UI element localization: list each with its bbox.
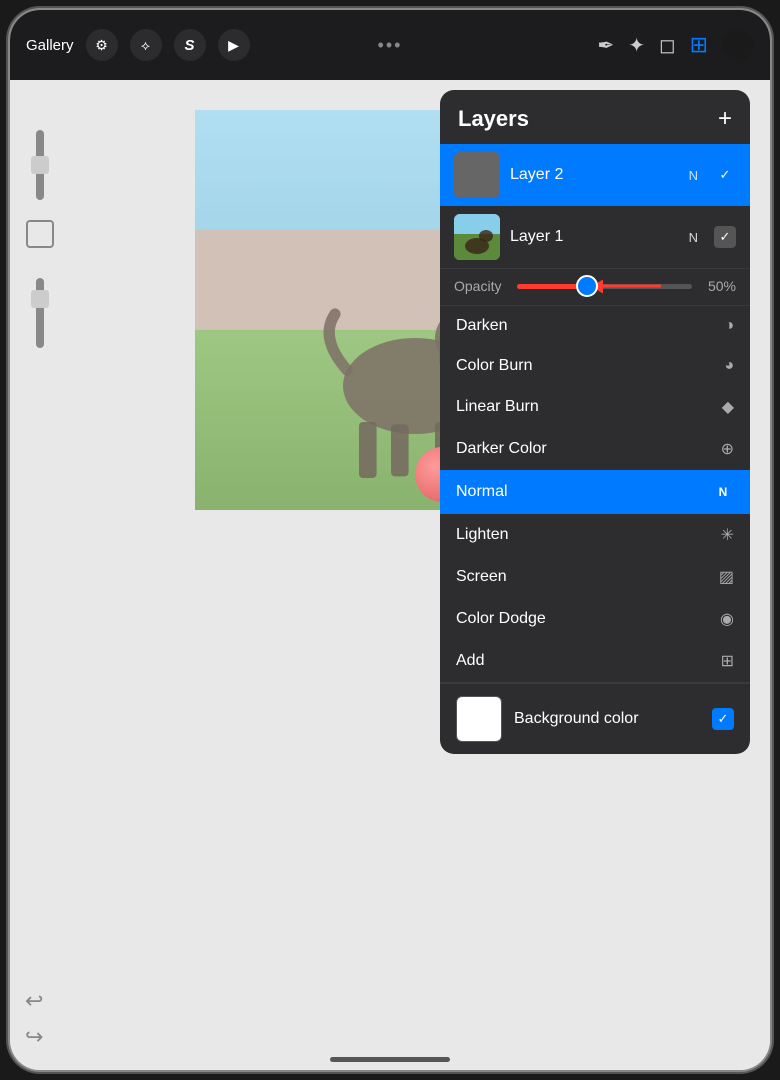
undo-icon[interactable]: ↩	[25, 988, 43, 1014]
layers-panel: Layers + Layer 2 N ✓	[440, 90, 750, 754]
blend-mode-darker-color[interactable]: Darker Color ⊕	[440, 428, 750, 470]
layer-1-checkbox[interactable]: ✓	[714, 226, 736, 248]
stylize-icon[interactable]: S	[174, 29, 206, 61]
top-bar: Gallery ⚙ ⟡ S ▶ ••• ✒ ✦ ◻ ⊞	[10, 10, 770, 80]
blend-mode-color-dodge[interactable]: Color Dodge ◉	[440, 598, 750, 640]
redo-icon[interactable]: ↪	[25, 1024, 43, 1050]
blend-name-normal: Normal	[456, 483, 508, 501]
layer-2-name: Layer 2	[510, 166, 679, 184]
device-frame: Gallery ⚙ ⟡ S ▶ ••• ✒ ✦ ◻ ⊞	[10, 10, 770, 1070]
canvas-area: ↩ ↪	[10, 80, 770, 1070]
blend-icon-darken: ◑	[724, 317, 734, 335]
pen-tool-icon[interactable]: ✒	[597, 33, 614, 58]
brush-size-slider[interactable]	[36, 130, 44, 200]
arrow-annotation	[601, 285, 661, 288]
transform-icon[interactable]	[26, 220, 54, 248]
add-layer-button[interactable]: +	[718, 107, 732, 131]
layer-2-badge: N	[689, 168, 698, 183]
brush-size-thumb	[31, 156, 49, 174]
opacity-slider-thumb	[31, 290, 49, 308]
top-bar-right: ✒ ✦ ◻ ⊞	[597, 29, 754, 61]
wrench-icon[interactable]: ⚙	[86, 29, 118, 61]
layer-item-1[interactable]: Layer 1 N ✓	[440, 206, 750, 268]
bottom-icons: ↩ ↪	[25, 988, 43, 1050]
layer-1-badge: N	[689, 230, 698, 245]
blend-mode-darken[interactable]: Darken ◑	[440, 306, 750, 346]
blend-name-darken: Darken	[456, 317, 508, 335]
blend-name-lighten: Lighten	[456, 526, 509, 544]
background-color-row[interactable]: Background color ✓	[440, 683, 750, 754]
opacity-slider[interactable]	[36, 278, 44, 348]
top-bar-left: Gallery ⚙ ⟡ S ▶	[26, 29, 250, 61]
left-sidebar: ↩ ↪	[10, 80, 70, 1070]
blend-name-add: Add	[456, 652, 484, 670]
eraser-tool-icon[interactable]: ◻	[659, 33, 676, 58]
blend-mode-color-burn[interactable]: Color Burn ◕	[440, 346, 750, 386]
background-color-swatch[interactable]	[456, 696, 502, 742]
blend-name-screen: Screen	[456, 568, 507, 586]
layers-tool-icon[interactable]: ⊞	[690, 32, 708, 58]
background-color-checkbox[interactable]: ✓	[712, 708, 734, 730]
home-indicator	[330, 1057, 450, 1062]
top-bar-center: •••	[378, 35, 403, 56]
share-icon[interactable]: ▶	[218, 29, 250, 61]
gallery-button[interactable]: Gallery	[26, 37, 74, 54]
blend-name-color-burn: Color Burn	[456, 357, 532, 375]
layer-item-2[interactable]: Layer 2 N ✓	[440, 144, 750, 206]
opacity-row: Opacity 50%	[440, 269, 750, 305]
blend-icon-linear-burn: ◆	[722, 397, 734, 417]
blend-name-color-dodge: Color Dodge	[456, 610, 546, 628]
normal-badge: N	[712, 481, 734, 503]
blend-icon-color-burn: ◕	[724, 357, 734, 375]
blend-mode-add[interactable]: Add ⊞	[440, 640, 750, 682]
background-color-label: Background color	[514, 710, 700, 728]
panel-header: Layers +	[440, 90, 750, 144]
blend-icon-lighten: ✳	[721, 525, 734, 545]
blend-icon-add: ⊞	[721, 651, 734, 671]
opacity-value: 50%	[700, 278, 736, 294]
blend-icon-color-dodge: ◉	[720, 609, 734, 629]
blend-name-darker-color: Darker Color	[456, 440, 547, 458]
blend-mode-normal[interactable]: Normal N	[440, 470, 750, 514]
brush-size-slider-container	[26, 130, 54, 348]
blend-mode-linear-burn[interactable]: Linear Burn ◆	[440, 386, 750, 428]
magic-wand-icon[interactable]: ⟡	[130, 29, 162, 61]
more-options-icon[interactable]: •••	[378, 35, 403, 56]
layer-2-thumb	[454, 152, 500, 198]
blend-mode-lighten[interactable]: Lighten ✳	[440, 514, 750, 556]
opacity-thumb[interactable]	[576, 275, 598, 297]
blend-name-linear-burn: Linear Burn	[456, 398, 539, 416]
layer-1-thumb	[454, 214, 500, 260]
blend-icon-screen: ▨	[719, 567, 734, 587]
fill-tool-icon[interactable]: ✦	[628, 33, 645, 58]
panel-title: Layers	[458, 106, 529, 132]
layer-2-checkbox[interactable]: ✓	[714, 164, 736, 186]
layer-1-name: Layer 1	[510, 228, 679, 246]
opacity-label: Opacity	[454, 278, 509, 294]
blend-mode-screen[interactable]: Screen ▨	[440, 556, 750, 598]
blend-icon-darker-color: ⊕	[721, 439, 734, 459]
arrow-line	[601, 285, 661, 288]
color-picker[interactable]	[722, 29, 754, 61]
